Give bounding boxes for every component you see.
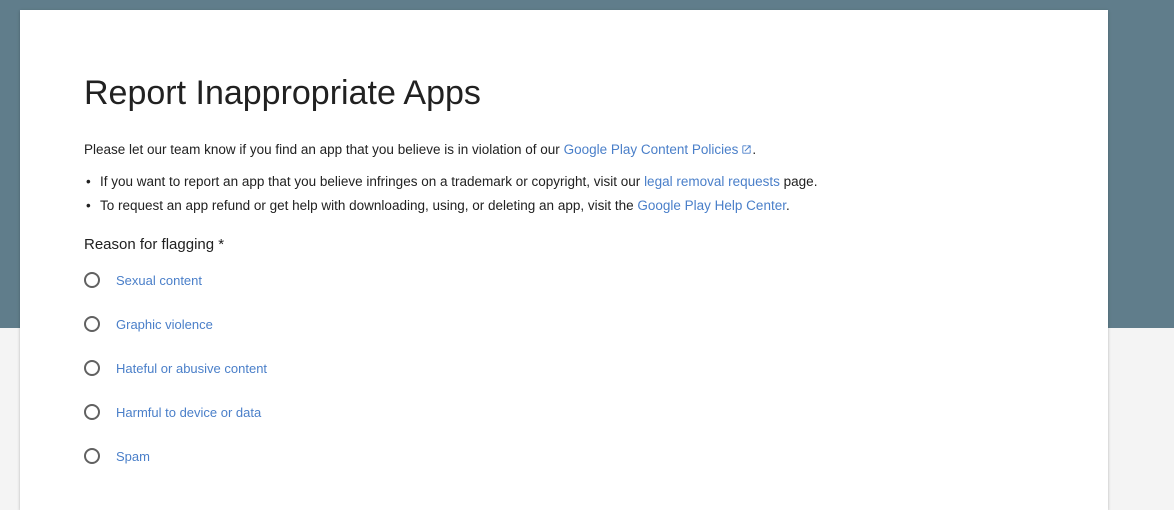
reason-option-label[interactable]: Hateful or abusive content <box>116 361 267 376</box>
intro-end: . <box>752 142 757 157</box>
bullet-text: If you want to report an app that you be… <box>100 174 641 189</box>
reason-option-graphic-violence[interactable]: Graphic violence <box>84 314 267 358</box>
radio-unchecked-icon[interactable] <box>84 404 100 420</box>
help-bullet-list: • If you want to report an app that you … <box>84 173 817 221</box>
radio-unchecked-icon[interactable] <box>84 272 100 288</box>
content-policies-link[interactable]: Google Play Content Policies <box>564 142 753 157</box>
play-help-center-link[interactable]: Google Play Help Center <box>637 198 786 213</box>
bullet-dot: • <box>86 198 91 213</box>
reason-for-flagging-label: Reason for flagging * <box>84 236 225 253</box>
radio-unchecked-icon[interactable] <box>84 448 100 464</box>
bullet-text-end: page. <box>783 174 818 189</box>
radio-unchecked-icon[interactable] <box>84 360 100 376</box>
reason-option-label[interactable]: Sexual content <box>116 273 202 288</box>
bullet-refund: • To request an app refund or get help w… <box>84 197 817 221</box>
external-link-icon <box>742 145 752 154</box>
bullet-text-end: . <box>785 198 790 213</box>
radio-unchecked-icon[interactable] <box>84 316 100 332</box>
reason-option-label[interactable]: Harmful to device or data <box>116 405 261 420</box>
intro-text: Please let our team know if you find an … <box>84 142 560 157</box>
intro-paragraph: Please let our team know if you find an … <box>84 141 756 159</box>
report-form-card: Report Inappropriate Apps Please let our… <box>20 10 1108 510</box>
bullet-text: To request an app refund or get help wit… <box>100 198 634 213</box>
reason-option-hateful-content[interactable]: Hateful or abusive content <box>84 358 267 402</box>
reason-option-sexual-content[interactable]: Sexual content <box>84 270 267 314</box>
reason-option-harmful-device[interactable]: Harmful to device or data <box>84 402 267 446</box>
bullet-trademark: • If you want to report an app that you … <box>84 173 817 197</box>
page-title: Report Inappropriate Apps <box>84 74 481 112</box>
reason-option-label[interactable]: Spam <box>116 449 150 464</box>
reason-radio-group: Sexual content Graphic violence Hateful … <box>84 270 267 490</box>
reason-option-label[interactable]: Graphic violence <box>116 317 213 332</box>
legal-removal-requests-link[interactable]: legal removal requests <box>644 174 780 189</box>
reason-option-spam[interactable]: Spam <box>84 446 267 490</box>
bullet-dot: • <box>86 174 91 189</box>
